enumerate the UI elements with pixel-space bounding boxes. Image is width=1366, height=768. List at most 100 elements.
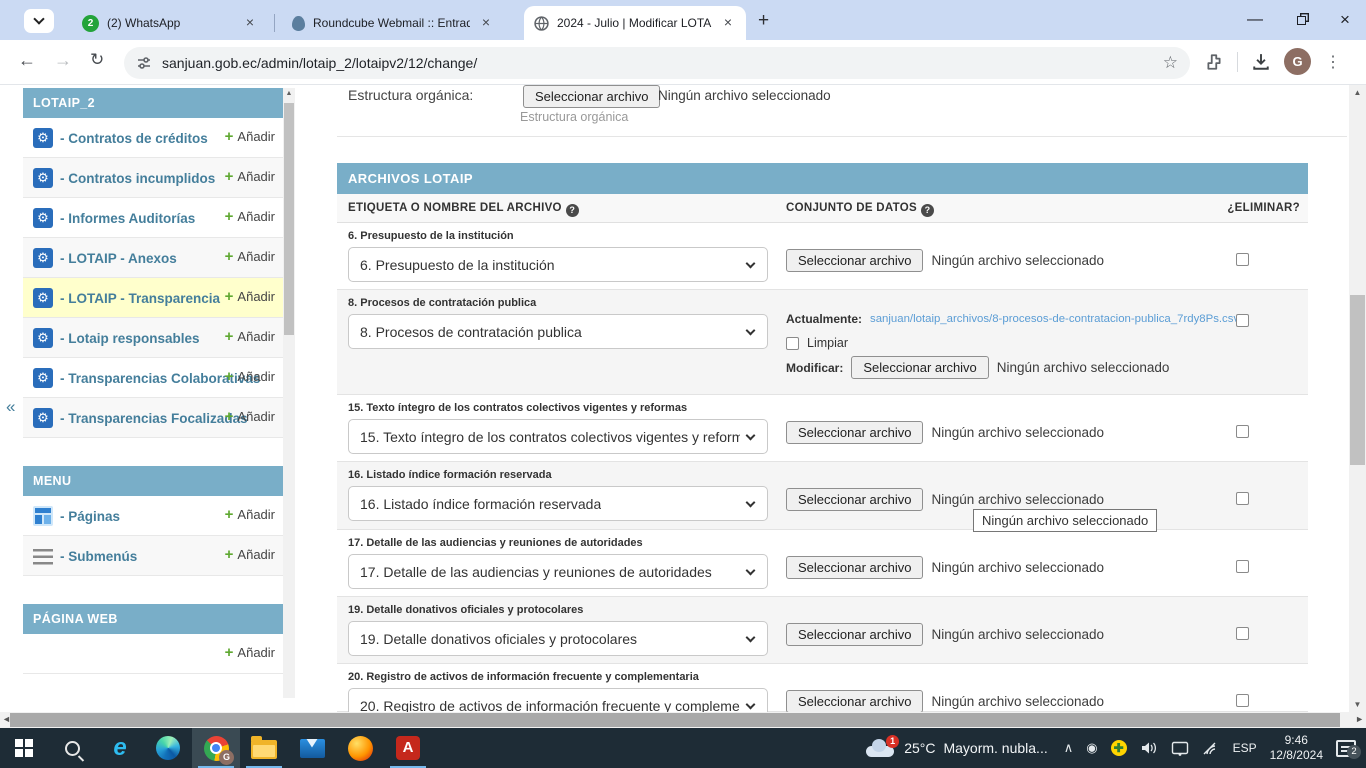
delete-checkbox[interactable] — [1236, 253, 1249, 266]
tray-record-icon[interactable]: ◉ — [1086, 740, 1097, 756]
add-link[interactable]: +Añadir — [225, 506, 275, 523]
scrollbar-thumb[interactable] — [284, 103, 294, 335]
file-upload-button[interactable]: Seleccionar archivo — [786, 623, 923, 646]
screen: 2 (2) WhatsApp × Roundcube Webmail :: En… — [0, 0, 1366, 768]
delete-checkbox[interactable] — [1236, 627, 1249, 640]
horizontal-scrollbar[interactable]: ◄ ► — [0, 712, 1366, 728]
cast-icon[interactable] — [1171, 741, 1189, 756]
sidebar-item[interactable]: ⚙- LOTAIP - Transparencia+Añadir — [23, 278, 283, 318]
back-button[interactable]: ← — [18, 50, 36, 71]
scroll-right-icon[interactable]: ► — [1355, 714, 1364, 724]
antivirus-icon[interactable]: ✚ — [1111, 740, 1127, 756]
tab-roundcube[interactable]: Roundcube Webmail :: Entrada × — [282, 6, 504, 40]
add-link[interactable]: +Añadir — [225, 408, 275, 425]
close-icon[interactable]: × — [242, 15, 258, 31]
sidebar-item[interactable]: ⚙- LOTAIP - Anexos+Añadir — [23, 238, 283, 278]
taskbar-mail[interactable] — [288, 728, 336, 768]
forward-button[interactable]: → — [54, 50, 72, 71]
add-link[interactable]: +Añadir — [225, 368, 275, 385]
close-window-button[interactable]: × — [1322, 0, 1366, 40]
scroll-up-icon[interactable]: ▲ — [1349, 88, 1366, 97]
sidebar-collapse-arrow[interactable]: « — [6, 397, 15, 417]
file-upload-button[interactable]: Seleccionar archivo — [786, 690, 923, 712]
taskbar-chrome[interactable]: G — [192, 728, 240, 768]
delete-checkbox[interactable] — [1236, 694, 1249, 707]
sidebar-item[interactable]: ⚙- Contratos incumplidos+Añadir — [23, 158, 283, 198]
sidebar-item[interactable]: ⚙- Contratos de créditos+Añadir — [23, 118, 283, 158]
sidebar-item[interactable]: ⚙- Transparencias Colaborativas+Añadir — [23, 358, 283, 398]
profile-avatar[interactable]: G — [1284, 48, 1311, 75]
add-link[interactable]: +Añadir — [225, 128, 275, 145]
file-type-select[interactable]: 8. Procesos de contratación publica — [348, 314, 768, 349]
taskbar-search-button[interactable] — [48, 728, 96, 768]
restore-button[interactable] — [1278, 0, 1324, 40]
bookmark-star-icon[interactable]: ☆ — [1163, 53, 1178, 73]
file-type-select[interactable]: 17. Detalle de las audiencias y reunione… — [348, 554, 768, 589]
minimize-button[interactable]: — — [1232, 0, 1278, 40]
notification-center-icon[interactable]: 2 — [1336, 740, 1356, 757]
add-link[interactable]: +Añadir — [225, 644, 275, 661]
weather-widget[interactable]: 1 25°C Mayorm. nubla... — [860, 728, 1054, 768]
file-type-select[interactable]: 20. Registro de activos de información f… — [348, 688, 768, 712]
add-link[interactable]: +Añadir — [225, 168, 275, 185]
clock[interactable]: 9:46 12/8/2024 — [1270, 733, 1323, 763]
sidebar-item[interactable]: - Submenús+Añadir — [23, 536, 283, 576]
add-link[interactable]: +Añadir — [225, 328, 275, 345]
file-type-select[interactable]: 6. Presupuesto de la institución — [348, 247, 768, 282]
file-type-select[interactable]: 19. Detalle donativos oficiales y protoc… — [348, 621, 768, 656]
file-upload-button[interactable]: Seleccionar archivo — [786, 249, 923, 272]
file-upload-button[interactable]: Seleccionar archivo — [851, 356, 988, 379]
taskbar-acrobat[interactable]: A — [384, 728, 432, 768]
url-bar[interactable]: sanjuan.gob.ec/admin/lotaip_2/lotaipv2/1… — [124, 47, 1190, 79]
download-icon[interactable] — [1252, 53, 1270, 71]
file-type-select[interactable]: 15. Texto íntegro de los contratos colec… — [348, 419, 768, 454]
network-icon[interactable] — [1202, 741, 1220, 755]
new-tab-button[interactable]: + — [758, 10, 769, 32]
add-link[interactable]: +Añadir — [225, 288, 275, 305]
scrollbar-thumb[interactable] — [1350, 295, 1365, 465]
file-type-select[interactable]: 16. Listado índice formación reservada — [348, 486, 768, 521]
sidebar-item[interactable]: ⚙- Informes Auditorías+Añadir — [23, 198, 283, 238]
delete-checkbox[interactable] — [1236, 425, 1249, 438]
language-indicator[interactable]: ESP — [1233, 741, 1257, 755]
reload-button[interactable]: ↻ — [90, 50, 104, 70]
file-upload-button[interactable]: Seleccionar archivo — [786, 556, 923, 579]
taskbar-file-explorer[interactable] — [240, 728, 288, 768]
taskbar-firefox[interactable] — [336, 728, 384, 768]
taskbar-edge[interactable] — [144, 728, 192, 768]
delete-checkbox[interactable] — [1236, 560, 1249, 573]
acrobat-icon: A — [396, 736, 420, 760]
file-upload-button[interactable]: Seleccionar archivo — [786, 488, 923, 511]
close-icon[interactable]: × — [478, 15, 494, 31]
sidebar-scrollbar[interactable]: ▲ — [283, 88, 295, 698]
delete-checkbox[interactable] — [1236, 314, 1249, 327]
add-link[interactable]: +Añadir — [225, 208, 275, 225]
scroll-up-icon[interactable]: ▲ — [283, 90, 295, 97]
sidebar-item[interactable]: ⚙- Lotaip responsables+Añadir — [23, 318, 283, 358]
tab-title: (2) WhatsApp — [107, 16, 234, 30]
delete-checkbox[interactable] — [1236, 492, 1249, 505]
taskbar-ie[interactable]: e — [96, 728, 144, 768]
extensions-icon[interactable] — [1205, 53, 1223, 71]
add-link[interactable]: +Añadir — [225, 248, 275, 265]
scrollbar-thumb[interactable] — [10, 713, 1340, 727]
sidebar-item[interactable]: - Páginas+Añadir — [23, 496, 283, 536]
sidebar-item[interactable]: +Añadir — [23, 634, 283, 674]
sidebar-item[interactable]: ⚙- Transparencias Focalizadas+Añadir — [23, 398, 283, 438]
add-link[interactable]: +Añadir — [225, 546, 275, 563]
tab-search-button[interactable] — [24, 9, 54, 33]
start-button[interactable] — [0, 728, 48, 768]
scroll-down-icon[interactable]: ▼ — [1349, 700, 1366, 709]
current-file-link[interactable]: sanjuan/lotaip_archivos/8-procesos-de-co… — [870, 313, 1239, 325]
speaker-icon[interactable] — [1140, 740, 1158, 756]
file-upload-button[interactable]: Seleccionar archivo — [786, 421, 923, 444]
dataset-cell: Seleccionar archivoNingún archivo selecc… — [786, 664, 1228, 711]
vertical-scrollbar[interactable]: ▲ ▼ — [1349, 85, 1366, 712]
kebab-menu-icon[interactable]: ⋮ — [1325, 52, 1341, 72]
tray-chevron-icon[interactable]: ∧ — [1064, 740, 1074, 756]
close-icon[interactable]: × — [720, 15, 736, 31]
tab-lotaip-active[interactable]: 2024 - Julio | Modificar LOTAIP × — [524, 6, 746, 40]
clear-checkbox[interactable] — [786, 337, 799, 350]
tab-whatsapp[interactable]: 2 (2) WhatsApp × — [72, 6, 268, 40]
file-upload-button[interactable]: Seleccionar archivo — [523, 85, 660, 108]
